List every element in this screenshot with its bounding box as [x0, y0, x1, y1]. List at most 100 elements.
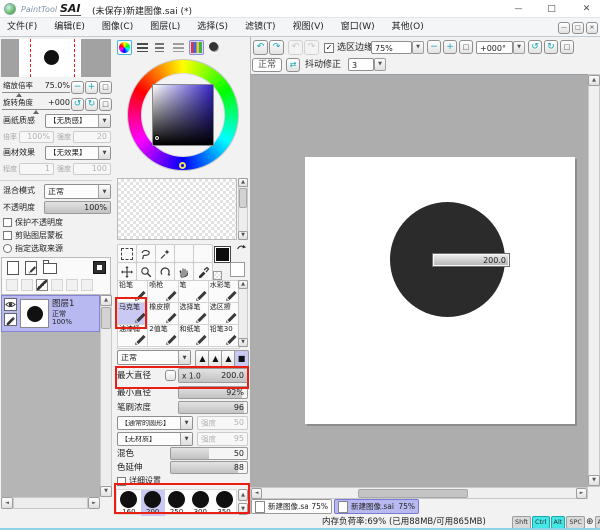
brush-paper-pen[interactable]: 和纸笔	[179, 325, 209, 347]
brush-pencil30[interactable]: 铅笔30	[209, 325, 239, 347]
preset-300[interactable]: 300	[188, 490, 212, 516]
sv-selector[interactable]	[154, 135, 160, 141]
nav-rotate-slider-marker[interactable]	[33, 110, 39, 114]
paper-texture-select[interactable]: 【无质感】 ▼	[45, 114, 111, 128]
protect-opacity-checkbox[interactable]	[3, 218, 12, 227]
clear-layer-button[interactable]	[36, 279, 48, 291]
brush-watercolor[interactable]: 水彩笔	[209, 281, 239, 303]
menu-layer[interactable]: 图层(L)	[150, 23, 180, 32]
nav-zoom-in-button[interactable]: +	[85, 81, 98, 94]
canvas-page[interactable]: 200.0	[305, 157, 575, 424]
brush-marker[interactable]: 马克笔	[118, 303, 148, 325]
zoom-reset-button[interactable]: □	[459, 40, 473, 54]
effect-amount-slider[interactable]: 1	[19, 163, 54, 175]
zoom-in-button[interactable]: +	[443, 40, 457, 54]
preset-250[interactable]: 250	[165, 490, 189, 516]
navigator-preview[interactable]	[1, 39, 111, 77]
color-mixer-tab[interactable]	[171, 40, 186, 55]
canvas-vscrollbar[interactable]	[588, 74, 600, 487]
layer-visibility-toggle[interactable]	[4, 298, 17, 311]
chevron-down-icon[interactable]: ▼	[180, 433, 192, 445]
scroll-up-button[interactable]: ▲	[238, 178, 248, 187]
sv-square[interactable]	[152, 84, 214, 146]
chevron-down-icon[interactable]: ▼	[98, 147, 110, 159]
new-linework-layer-button[interactable]	[25, 261, 37, 275]
copy-layer-button[interactable]	[66, 279, 78, 291]
angle-combo[interactable]: +000°	[476, 41, 513, 54]
close-button[interactable]: ✕	[578, 2, 595, 16]
nav-rotate-cw-button[interactable]: ↻	[85, 98, 98, 111]
undo-button[interactable]: ↶	[253, 40, 268, 55]
scratchpad-tab[interactable]	[207, 40, 222, 55]
brush-select-pen[interactable]: 选择笔	[179, 303, 209, 325]
hue-marker[interactable]	[179, 162, 186, 169]
brush-texture-select[interactable]: 【无材质】 ▼	[117, 432, 193, 446]
background-color-swatch[interactable]	[230, 262, 245, 277]
rgb-slider-tab[interactable]	[135, 40, 150, 55]
deselect-button[interactable]: ↶	[288, 40, 303, 55]
scroll-right-button[interactable]: ►	[88, 497, 100, 509]
layer-mask-button[interactable]	[93, 261, 106, 274]
transfer-down-button[interactable]	[6, 279, 18, 291]
scroll-down-button[interactable]: ▼	[238, 338, 248, 347]
redo-button[interactable]: ↷	[269, 40, 284, 55]
menu-filter[interactable]: 滤镜(T)	[245, 23, 276, 32]
clipping-mask-checkbox[interactable]	[3, 231, 12, 240]
brush-eraser[interactable]: 橡皮擦	[148, 303, 178, 325]
document-tab-1[interactable]: 新建图像.sai 75%	[251, 499, 332, 514]
brush-airbrush[interactable]: 喷枪	[148, 281, 178, 303]
layer-paint-indicator[interactable]	[4, 313, 17, 326]
layer-list-item[interactable]: 图层1 正常 100%	[1, 295, 100, 332]
selection-edge-checkbox[interactable]: ✓	[324, 43, 334, 53]
nav-rotate-reset-button[interactable]: □	[99, 98, 112, 111]
scroll-down-button[interactable]: ▼	[100, 486, 112, 497]
menu-image[interactable]: 图像(C)	[102, 23, 133, 32]
layer-blend-mode-select[interactable]: 正常 ▼	[44, 184, 111, 199]
brush-pen[interactable]: 笔	[179, 281, 209, 303]
doc-restore-button[interactable]: □	[572, 22, 584, 34]
layer-list-hscrollbar[interactable]	[13, 497, 88, 509]
scroll-up-button[interactable]: ▲	[238, 280, 248, 289]
new-layer-set-button[interactable]	[43, 263, 57, 274]
scroll-up-button[interactable]: ▲	[100, 295, 112, 306]
brush-dilution-slider[interactable]: 88	[170, 461, 248, 474]
rotate-view-tool[interactable]	[155, 262, 175, 281]
brush-binary-pen[interactable]: 2值笔	[148, 325, 178, 347]
menu-view[interactable]: 视图(V)	[293, 23, 324, 32]
zoom-combo[interactable]: 75%	[371, 41, 412, 54]
rotate-reset-button[interactable]: □	[560, 40, 574, 54]
foreground-color-swatch[interactable]	[214, 246, 231, 263]
menu-edit[interactable]: 编辑(E)	[54, 23, 85, 32]
brush-pencil[interactable]: 铅笔	[118, 281, 148, 303]
scratchpad-area[interactable]	[117, 178, 237, 240]
new-layer-button[interactable]	[7, 261, 19, 275]
empty-tool-slot[interactable]	[193, 244, 213, 263]
brush-size-unit-button[interactable]	[165, 370, 176, 381]
doc-close-button[interactable]: ✕	[586, 22, 598, 34]
chevron-down-icon[interactable]: ▼	[180, 417, 192, 429]
brush-shape-strength-slider[interactable]: 强度 50	[197, 416, 248, 430]
zoom-dropdown-button[interactable]: ▼	[412, 41, 424, 54]
brush-bucket[interactable]: 油漆桶	[118, 325, 148, 347]
move-tool[interactable]	[117, 262, 137, 281]
brush-min-size-slider[interactable]: 92%	[178, 386, 248, 399]
chevron-down-icon[interactable]: ▼	[98, 115, 110, 127]
brush-texture-strength-slider[interactable]: 强度 95	[197, 432, 248, 446]
menu-others[interactable]: 其他(O)	[392, 23, 424, 32]
scroll-right-button[interactable]: ►	[576, 488, 587, 499]
merge-down-button[interactable]	[21, 279, 33, 291]
flip-view-button[interactable]: ⇄	[286, 58, 300, 72]
canvas-viewport[interactable]: 200.0	[250, 74, 588, 487]
zoom-tool[interactable]	[136, 262, 156, 281]
nav-zoom-slider-marker[interactable]	[16, 93, 22, 97]
angle-dropdown-button[interactable]: ▼	[513, 41, 525, 54]
menu-file[interactable]: 文件(F)	[7, 23, 37, 32]
nav-rotate-ccw-button[interactable]: ↺	[71, 98, 84, 111]
maximize-button[interactable]: □	[543, 2, 560, 16]
magic-wand-tool[interactable]	[155, 244, 175, 263]
brush-shape-select[interactable]: 【通常的圆形】 ▼	[117, 416, 193, 430]
rect-select-tool[interactable]	[117, 244, 137, 263]
rotate-ccw-button[interactable]: ↺	[528, 40, 542, 54]
selection-source-radio[interactable]	[3, 244, 12, 253]
effect-strength-slider[interactable]: 100	[73, 163, 111, 175]
